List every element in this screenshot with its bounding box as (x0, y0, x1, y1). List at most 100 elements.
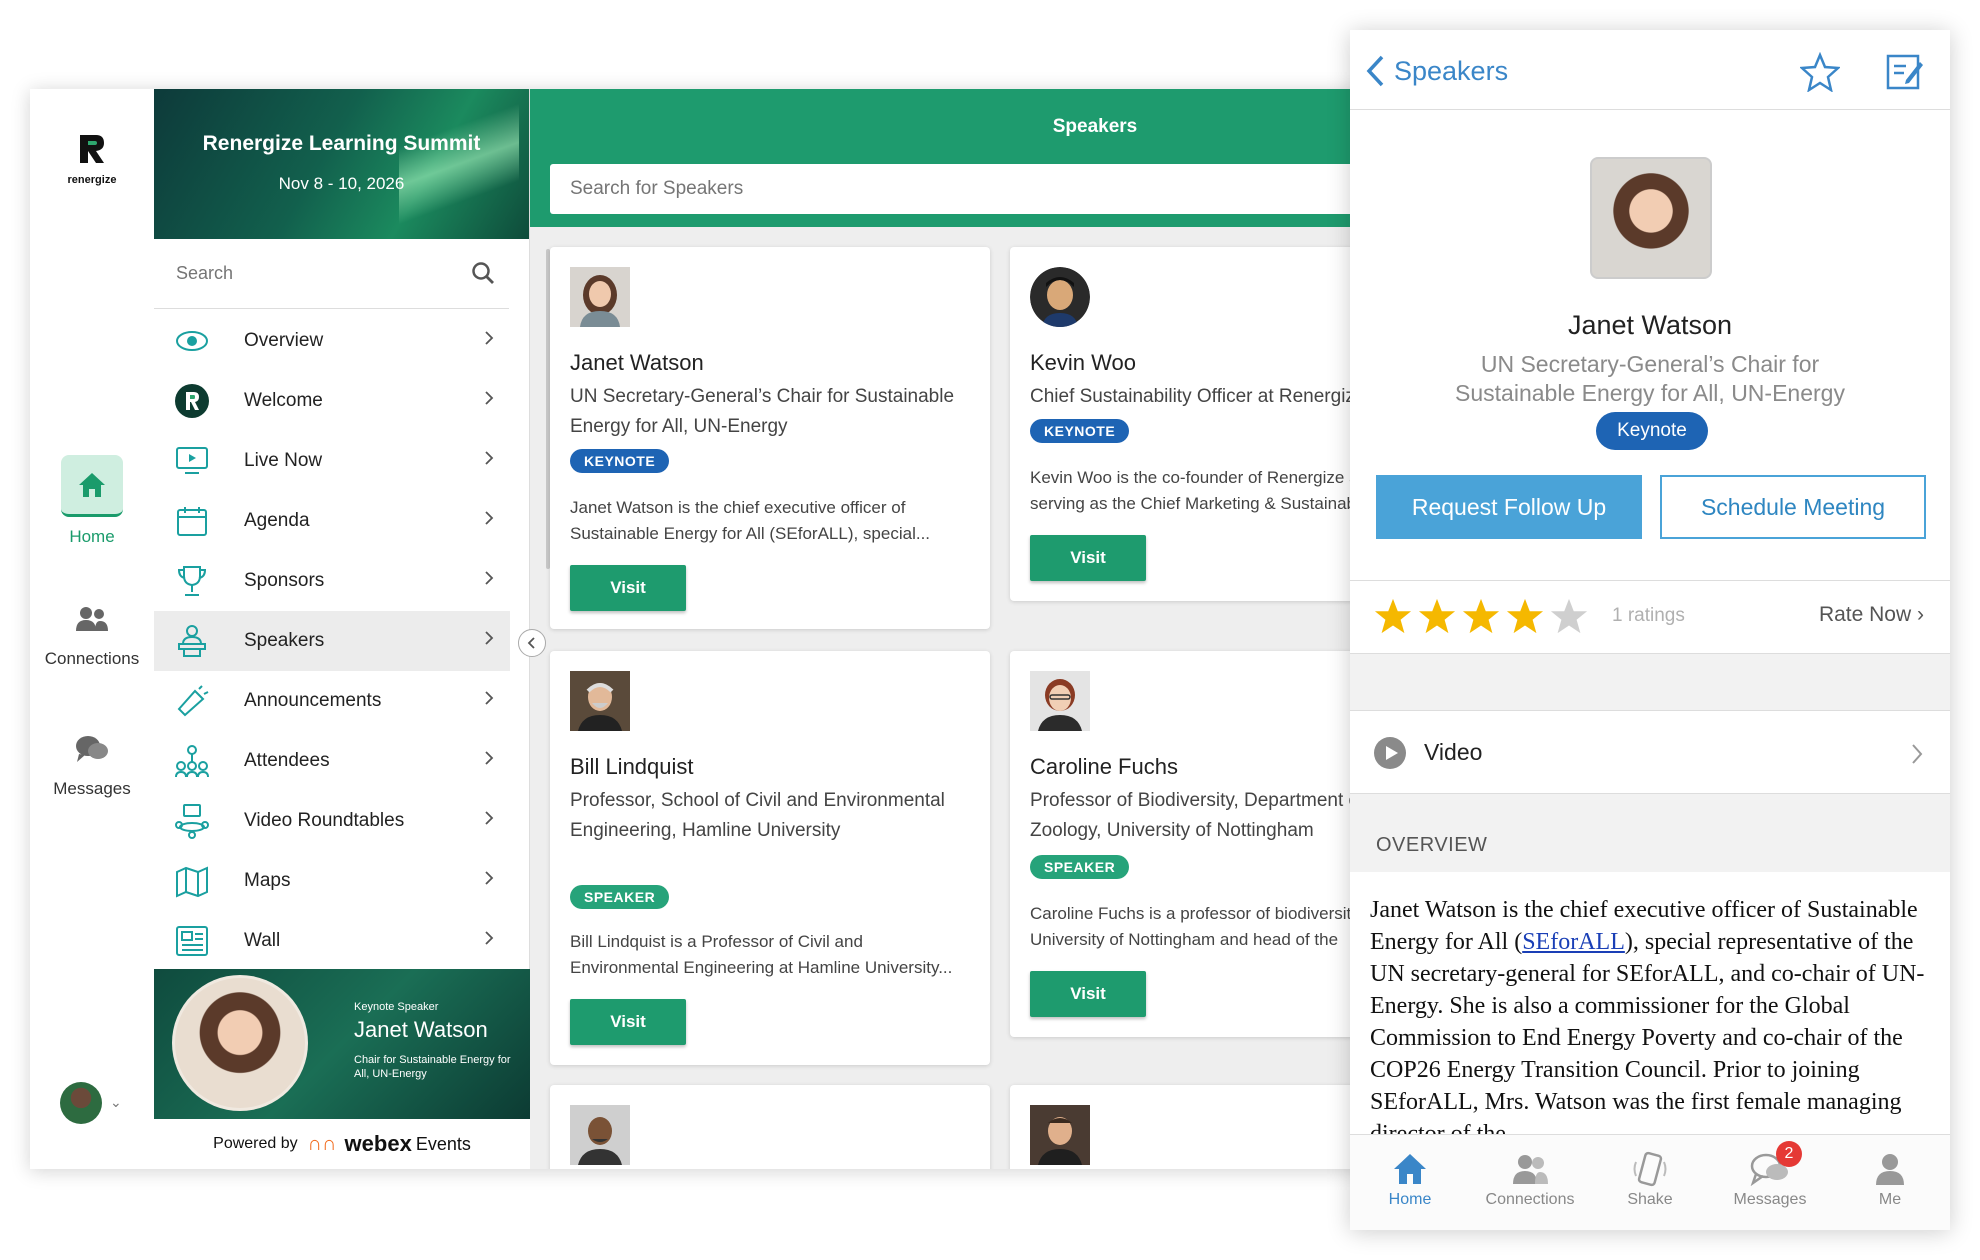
nav-item-agenda[interactable]: Agenda (154, 491, 510, 551)
user-avatar[interactable] (60, 1082, 102, 1124)
home-tile (61, 455, 123, 517)
nav-item-attendees[interactable]: Attendees (154, 731, 510, 791)
star-filled-icon[interactable] (1506, 597, 1544, 635)
chevron-right-icon (485, 931, 494, 945)
home-icon (1394, 1154, 1426, 1184)
seforall-link[interactable]: SEforALL (1522, 929, 1625, 955)
rating-stars[interactable] (1374, 597, 1588, 635)
panel-top-bar: Speakers (1350, 30, 1950, 110)
nav-item-welcome[interactable]: Welcome (154, 371, 510, 431)
powered-by-text: Powered by (213, 1135, 298, 1152)
collapse-nav-button[interactable] (518, 629, 546, 657)
panel-back-label[interactable]: Speakers (1394, 56, 1508, 87)
star-filled-icon[interactable] (1462, 597, 1500, 635)
tab-me[interactable]: Me (1830, 1135, 1950, 1230)
map-icon (172, 861, 212, 901)
schedule-meeting-button[interactable]: Schedule Meeting (1660, 475, 1926, 539)
monitor-icon (172, 441, 212, 481)
notes-icon[interactable] (1886, 52, 1924, 90)
nav-item-sponsors[interactable]: Sponsors (154, 551, 510, 611)
speakers-main: Speakers Janet Watson UN Secretary-Gener… (530, 89, 1450, 1169)
connections-icon (76, 607, 108, 631)
speaker-name: Caroline Fuchs (1030, 754, 1178, 779)
speakers-header: Speakers (530, 89, 1450, 227)
nav-item-label: Announcements (244, 690, 382, 711)
tab-label: Me (1878, 1191, 1902, 1208)
nav-item-video-roundtables[interactable]: Video Roundtables (154, 791, 510, 851)
star-empty-icon[interactable] (1550, 597, 1588, 635)
keynote-promo-banner[interactable]: Keynote Speaker Janet Watson Chair for S… (154, 969, 530, 1119)
event-nav-column: Renergize Learning Summit Nov 8 - 10, 20… (154, 89, 550, 1169)
speaker-role-text: UN Secretary-General’s Chair for Sustain… (1455, 351, 1845, 406)
nav-search (154, 239, 509, 309)
speaker-badge: SPEAKER (570, 885, 670, 909)
nav-item-live-now[interactable]: Live Now (154, 431, 510, 491)
speaker-bio: Bill Lindquist is a Professor of Civil a… (570, 932, 953, 977)
promo-speaker-name: Janet Watson (354, 1017, 488, 1042)
nav-item-speakers[interactable]: Speakers (154, 611, 510, 671)
speaker-card[interactable]: Janet Watson UN Secretary-General’s Chai… (550, 247, 990, 629)
megaphone-icon (172, 681, 212, 721)
visit-button[interactable]: Visit (1030, 535, 1146, 581)
tab-shake[interactable]: Shake (1590, 1135, 1710, 1230)
visit-button[interactable]: Visit (570, 999, 686, 1045)
logo-icon (172, 381, 212, 421)
chevron-right-icon (485, 391, 494, 405)
speaker-avatar (1030, 671, 1090, 731)
visit-button[interactable]: Visit (1030, 971, 1146, 1017)
speaker-search (550, 164, 1450, 214)
keynote-speaker-photo (172, 975, 308, 1111)
desktop-app-window: renergize Home Connections Messages ⌄ Re… (30, 89, 1450, 1169)
favorite-star-icon[interactable] (1800, 52, 1840, 92)
nav-item-wall[interactable]: Wall (154, 911, 510, 971)
star-filled-icon[interactable] (1418, 597, 1456, 635)
nav-item-maps[interactable]: Maps (154, 851, 510, 911)
rail-connections[interactable]: Connections (30, 599, 154, 669)
speaker-badge: SPEAKER (1030, 855, 1130, 879)
rail-home[interactable]: Home (30, 455, 154, 547)
chevron-down-icon[interactable]: ⌄ (110, 1094, 122, 1111)
keynote-badge: Keynote (1596, 412, 1708, 450)
speaker-card[interactable]: Bill Lindquist Professor, School of Civi… (550, 651, 990, 1065)
overview-section: Janet Watson is the chief executive offi… (1350, 872, 1950, 1162)
page: renergize Home Connections Messages ⌄ Re… (0, 0, 1980, 1260)
nav-item-label: Video Roundtables (244, 810, 405, 831)
chevron-right-icon (485, 451, 494, 465)
nav-item-announcements[interactable]: Announcements (154, 671, 510, 731)
webex-events-label: Events (415, 1133, 471, 1154)
event-title: Renergize Learning Summit (202, 132, 481, 155)
back-arrow-icon[interactable] (1364, 54, 1386, 88)
shake-phone-icon (1633, 1151, 1667, 1187)
messages-icon (76, 736, 108, 762)
banner-glow (399, 89, 519, 239)
video-row[interactable]: Video (1350, 710, 1950, 794)
speaker-card[interactable] (550, 1085, 990, 1169)
promo-speaker-role: Chair for Sustainable Energy for All, UN… (354, 1054, 511, 1080)
nav-list: Overview Welcome Live Now Agenda Sponsor… (154, 311, 510, 971)
chevron-right-icon (485, 331, 494, 345)
tab-messages[interactable]: Messages 2 (1710, 1135, 1830, 1230)
rail-messages[interactable]: Messages (30, 729, 154, 799)
roundtable-icon (172, 801, 212, 841)
speaker-detail-panel: Speakers Janet Watson UN Secretary-Gener… (1350, 30, 1950, 1230)
promo-kicker: Keynote Speaker (354, 1001, 439, 1013)
chevron-right-icon (485, 511, 494, 525)
speaker-search-input[interactable] (570, 178, 1170, 200)
speaker-name: Janet Watson (1567, 310, 1733, 340)
star-filled-icon[interactable] (1374, 597, 1412, 635)
rating-row: 1 ratings Rate Now › (1350, 580, 1950, 654)
tab-connections[interactable]: Connections (1470, 1135, 1590, 1230)
visit-button[interactable]: Visit (570, 565, 686, 611)
request-follow-up-button[interactable]: Request Follow Up (1376, 475, 1642, 539)
search-icon[interactable] (471, 261, 495, 285)
nav-search-input[interactable] (176, 263, 436, 284)
nav-item-label: Live Now (244, 450, 323, 471)
speaker-avatar (570, 671, 630, 731)
nav-item-overview[interactable]: Overview (154, 311, 510, 371)
tab-home[interactable]: Home (1350, 1135, 1470, 1230)
chevron-right-icon (1912, 744, 1923, 764)
eye-icon (172, 321, 212, 361)
renergize-logo[interactable]: renergize (52, 131, 132, 186)
tab-label: Shake (1627, 1191, 1673, 1208)
rate-now-link[interactable]: Rate Now › (1819, 603, 1924, 627)
